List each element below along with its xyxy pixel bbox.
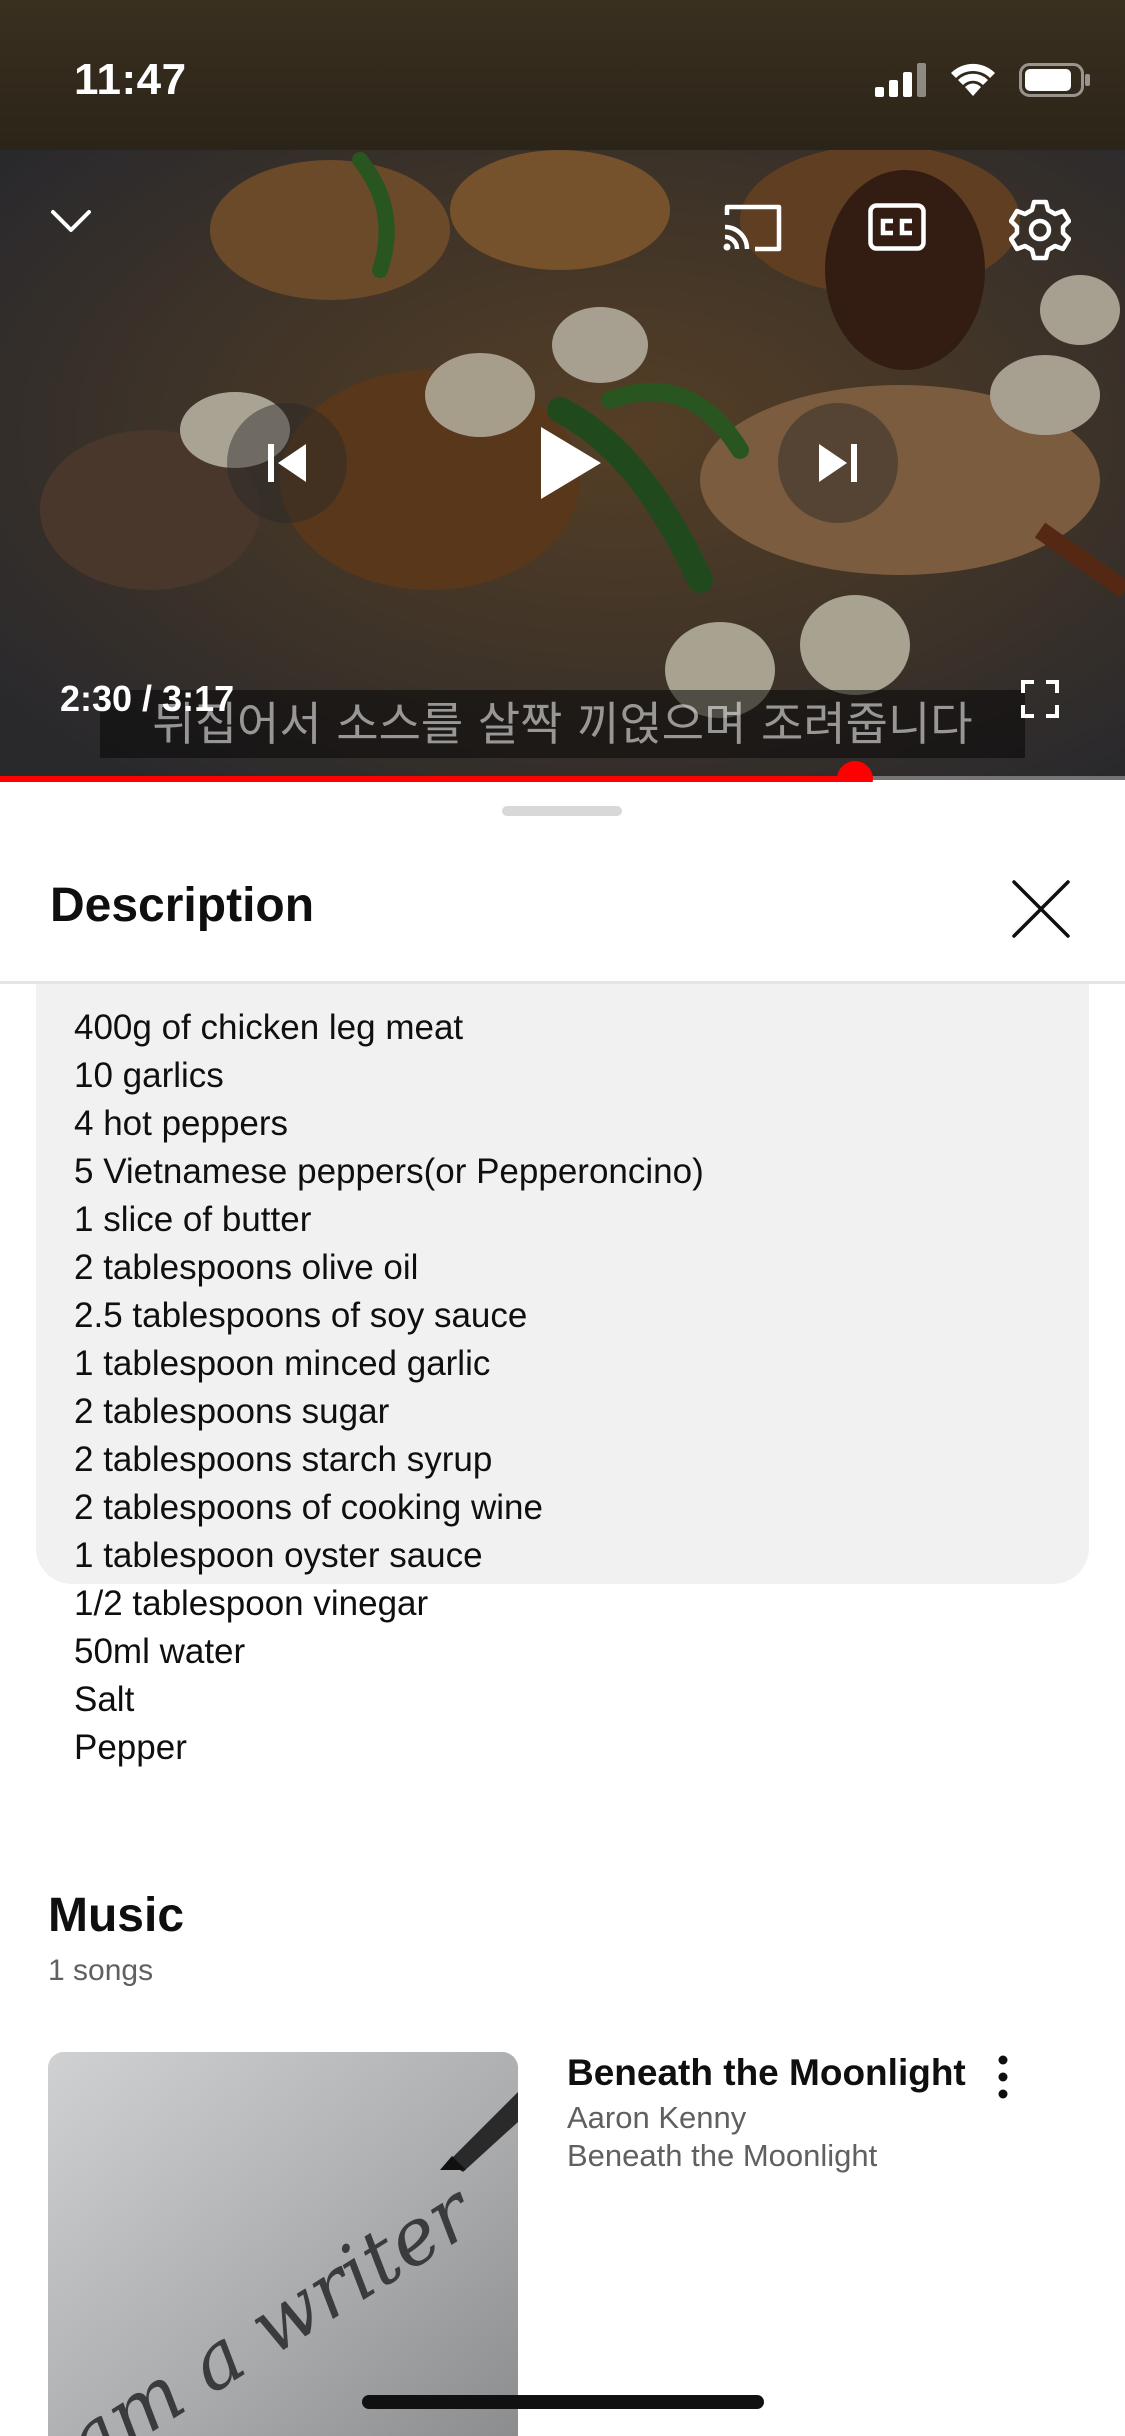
song-title[interactable]: Beneath the Moonlight — [567, 2052, 966, 2094]
video-player[interactable]: 뒤집어서 소스를 살짝 끼얹으며 조려줍니다 2:30 / 3:17 — [0, 150, 1125, 780]
close-icon — [1012, 880, 1070, 938]
home-indicator — [362, 2395, 764, 2409]
ingredient-item: Salt — [74, 1680, 135, 1719]
song-album: Beneath the Moonlight — [567, 2138, 878, 2173]
ingredient-item: 400g of chicken leg meat — [74, 1008, 464, 1047]
battery-icon — [1019, 63, 1090, 97]
sheet-title: Description — [50, 879, 315, 932]
previous-icon — [268, 444, 306, 482]
ingredient-item: Pepper — [74, 1728, 187, 1767]
ingredient-list: 400g of chicken leg meat 10 garlics 4 ho… — [74, 1004, 704, 1772]
song-thumbnail-image: am a writer — [48, 2052, 518, 2436]
next-button[interactable] — [778, 403, 898, 523]
ingredient-item: 1 tablespoon minced garlic — [74, 1344, 491, 1383]
sheet-drag-handle[interactable] — [502, 806, 622, 816]
ingredient-item: 2 tablespoons olive oil — [74, 1248, 419, 1287]
music-section-title: Music — [48, 1889, 185, 1942]
ingredient-item: 1/2 tablespoon vinegar — [74, 1584, 429, 1623]
ingredient-item: 4 hot peppers — [74, 1104, 289, 1143]
fullscreen-button[interactable] — [1016, 675, 1064, 723]
previous-button[interactable] — [227, 403, 347, 523]
settings-icon — [1009, 199, 1071, 261]
song-artist: Aaron Kenny — [567, 2100, 747, 2135]
song-thumbnail[interactable]: am a writer — [48, 2052, 518, 2436]
play-button[interactable] — [500, 393, 640, 533]
play-icon — [541, 427, 601, 499]
ingredient-item: 5 Vietnamese peppers(or Pepperoncino) — [74, 1152, 704, 1191]
wifi-icon — [951, 63, 995, 96]
video-subtitle: 뒤집어서 소스를 살짝 끼얹으며 조려줍니다 — [100, 690, 1025, 758]
ingredient-item: 2.5 tablespoons of soy sauce — [74, 1296, 528, 1335]
closed-captions-button[interactable] — [860, 190, 934, 264]
ingredient-item: 1 tablespoon oyster sauce — [74, 1536, 483, 1575]
collapse-button[interactable] — [40, 190, 102, 252]
cast-icon — [723, 204, 782, 252]
fullscreen-icon — [1021, 680, 1059, 718]
cellular-signal-icon — [875, 63, 926, 97]
description-sheet: Description 400g of chicken leg meat 10 … — [0, 782, 1125, 2436]
closed-captions-icon — [868, 203, 926, 251]
ingredient-item: 10 garlics — [74, 1056, 224, 1095]
ingredient-item: 2 tablespoons starch syrup — [74, 1440, 493, 1479]
close-button[interactable] — [1008, 876, 1074, 942]
status-bar: 11:47 — [0, 0, 1125, 150]
status-icons — [875, 62, 1091, 98]
description-box: 400g of chicken leg meat 10 garlics 4 ho… — [36, 984, 1089, 1767]
song-more-button[interactable] — [985, 2052, 1021, 2102]
ingredient-item: 2 tablespoons sugar — [74, 1392, 390, 1431]
ingredient-item: 1 slice of butter — [74, 1200, 312, 1239]
ingredient-item: 50ml water — [74, 1632, 246, 1671]
playback-time: 2:30 / 3:17 — [60, 678, 235, 719]
more-vertical-icon — [998, 2055, 1008, 2099]
cast-button[interactable] — [715, 190, 789, 264]
settings-button[interactable] — [1000, 190, 1080, 270]
ingredient-item: 2 tablespoons of cooking wine — [74, 1488, 543, 1527]
collapse-icon — [51, 210, 91, 232]
music-song-count: 1 songs — [48, 1954, 154, 1987]
next-icon — [819, 444, 857, 482]
status-time: 11:47 — [74, 55, 187, 104]
